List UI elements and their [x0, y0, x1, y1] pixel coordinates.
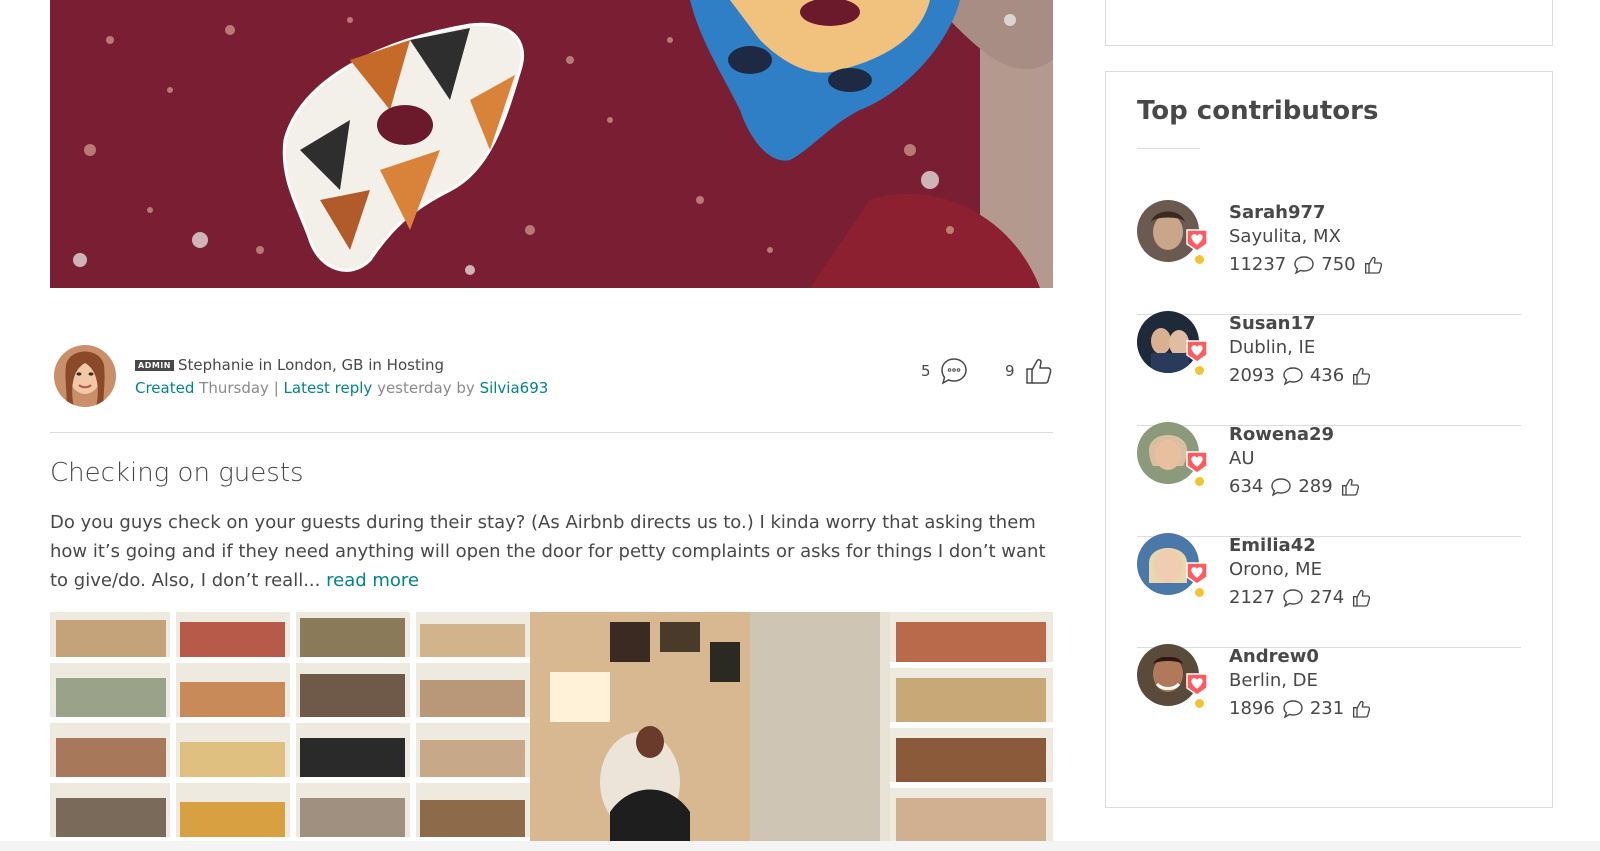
post-activity-line: Created Thursday | Latest reply yesterda… [135, 379, 548, 397]
contributor-location: AU [1229, 448, 1255, 469]
speech-bubble-icon [1283, 699, 1303, 719]
contributor-stats: 2127 274 [1229, 587, 1377, 608]
author-name[interactable]: Stephanie [178, 356, 254, 374]
created-day: Thursday [199, 379, 269, 397]
post-excerpt: Do you guys check on your guests during … [50, 508, 1060, 595]
contributor-stats: 1896 231 [1229, 698, 1377, 719]
speech-bubble-icon [1271, 477, 1292, 497]
contributor-item[interactable]: Susan17 Dublin, IE 2093 436 [1137, 311, 1521, 426]
status-dot [1194, 698, 1205, 709]
heart-shield-icon [1186, 673, 1208, 696]
post-count: 2127 [1229, 587, 1275, 608]
contributor-name[interactable]: Emilia42 [1229, 535, 1316, 556]
contributor-item[interactable]: Sarah977 Sayulita, MX 11237 750 [1137, 200, 1521, 315]
post-count: 1896 [1229, 698, 1275, 719]
heart-shield-icon [1186, 229, 1208, 252]
sidebar-card-previous [1105, 0, 1553, 46]
like-count: 289 [1298, 476, 1333, 497]
in-label: in [258, 356, 273, 374]
title-underline [1137, 148, 1200, 149]
speech-bubble-icon [1294, 255, 1314, 275]
like-count: 231 [1309, 698, 1345, 719]
thumbs-up-icon [1341, 478, 1359, 496]
author-location: London, GB [276, 356, 364, 374]
post-image-masks[interactable] [50, 0, 1053, 288]
top-contributors-card: Top contributors Sarah977 Sayulita, MX 1… [1105, 71, 1553, 808]
top-contributors-title: Top contributors [1137, 96, 1379, 126]
speech-bubble-icon [940, 358, 967, 385]
status-dot [1194, 254, 1205, 265]
author-avatar[interactable] [54, 345, 116, 407]
latest-reply-link[interactable]: Latest reply [284, 379, 373, 397]
separator: | [273, 379, 279, 397]
status-dot [1194, 365, 1205, 376]
contributor-name[interactable]: Sarah977 [1229, 202, 1326, 223]
speech-bubble-icon [1283, 588, 1303, 608]
post-count: 634 [1229, 476, 1264, 497]
post-title[interactable]: Checking on guests [50, 458, 304, 488]
contributor-location: Dublin, IE [1229, 337, 1316, 358]
contributor-stats: 2093 436 [1229, 365, 1377, 386]
admin-badge: ADMIN [135, 360, 174, 371]
contributor-item[interactable]: Andrew0 Berlin, DE 1896 231 [1137, 644, 1521, 758]
thumbs-up-icon [1364, 256, 1382, 274]
contributor-location: Berlin, DE [1229, 670, 1318, 691]
speech-bubble-icon [1283, 366, 1303, 386]
likes-count: 9 [1005, 362, 1015, 380]
contributor-stats: 634 289 [1229, 476, 1366, 497]
read-more-link[interactable]: read more [326, 570, 419, 591]
post-author-line: ADMIN Stephanie in London, GB in Hosting [135, 356, 444, 374]
thumbs-up-icon [1025, 359, 1051, 384]
contributor-item[interactable]: Emilia42 Orono, ME 2127 274 [1137, 533, 1521, 648]
heart-shield-icon [1186, 451, 1208, 474]
bookshelf-photo [50, 612, 1053, 851]
post-count: 2093 [1229, 365, 1275, 386]
contributor-name[interactable]: Rowena29 [1229, 424, 1334, 445]
contributor-name[interactable]: Andrew0 [1229, 646, 1319, 667]
latest-reply-user[interactable]: Silvia693 [480, 379, 549, 397]
thumbs-up-icon [1353, 367, 1371, 385]
contributor-location: Sayulita, MX [1229, 226, 1341, 247]
contributor-name[interactable]: Susan17 [1229, 313, 1316, 334]
excerpt-text: Do you guys check on your guests during … [50, 512, 1046, 591]
contributor-location: Orono, ME [1229, 559, 1322, 580]
status-dot [1194, 587, 1205, 598]
post-meta: ADMIN Stephanie in London, GB in Hosting … [50, 343, 1053, 408]
likes-stat[interactable]: 9 [1005, 355, 1053, 387]
in-label: in [368, 356, 382, 374]
contributor-item[interactable]: Rowena29 AU 634 289 [1137, 422, 1521, 537]
like-count: 436 [1309, 365, 1345, 386]
like-count: 750 [1321, 254, 1356, 275]
heart-shield-icon [1186, 562, 1208, 585]
masks-photo [50, 0, 1053, 288]
post-divider [50, 432, 1053, 433]
post-image-bookshelf[interactable] [50, 612, 1053, 851]
page-bottom-strip [0, 841, 1600, 851]
post-count: 11237 [1229, 254, 1287, 275]
created-link[interactable]: Created [135, 379, 194, 397]
status-dot [1194, 476, 1205, 487]
heart-shield-icon [1186, 340, 1208, 363]
latest-reply-when: yesterday by [377, 379, 475, 397]
like-count: 274 [1309, 587, 1345, 608]
thumbs-up-icon [1353, 589, 1371, 607]
comments-stat[interactable]: 5 [921, 355, 969, 387]
contributor-stats: 11237 750 [1229, 254, 1389, 275]
board-name[interactable]: Hosting [387, 356, 444, 374]
thumbs-up-icon [1353, 700, 1371, 718]
comments-count: 5 [921, 362, 931, 380]
